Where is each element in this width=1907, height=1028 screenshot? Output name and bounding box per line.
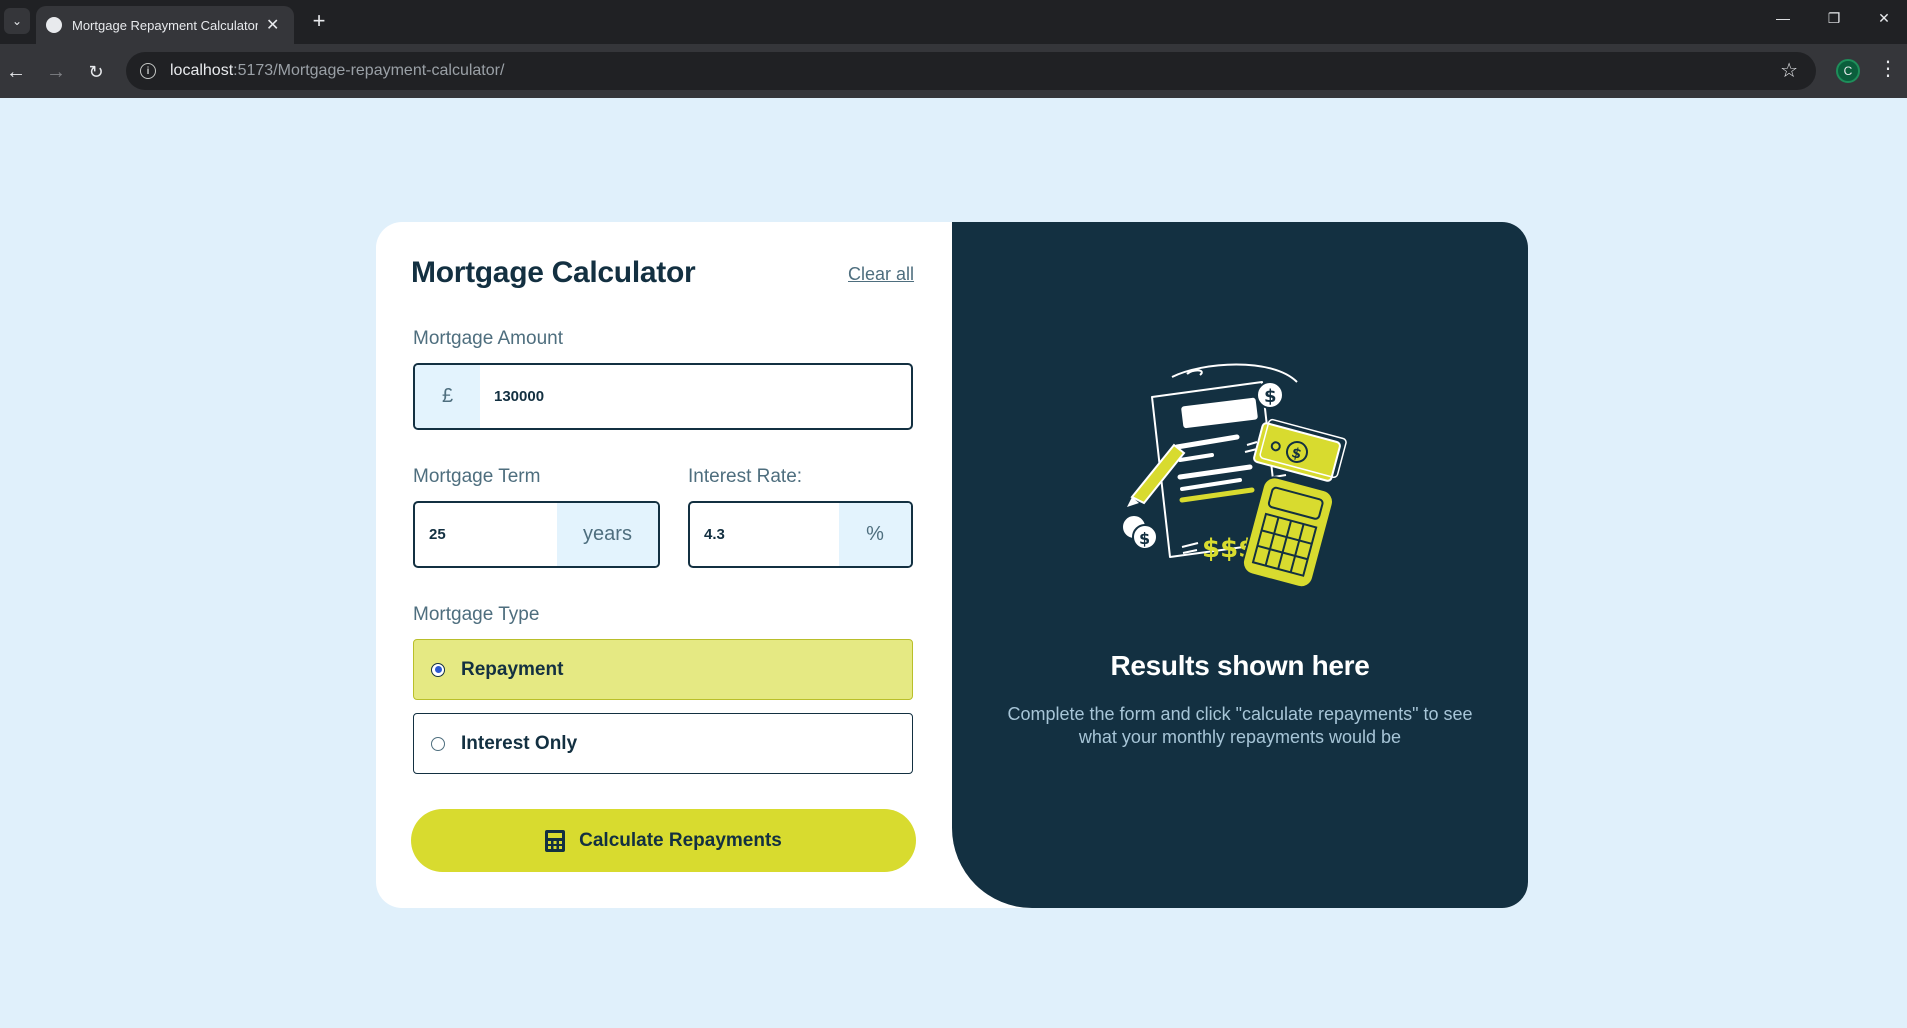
browser-tab[interactable]: Mortgage Repayment Calculator ✕ xyxy=(36,6,294,44)
empty-results-illustration: $$$ $ $ $ xyxy=(1121,363,1347,589)
mortgage-amount-label: Mortgage Amount xyxy=(413,328,563,349)
site-info-icon[interactable]: i xyxy=(140,63,156,79)
minimize-icon[interactable]: — xyxy=(1768,10,1798,26)
mortgage-amount-input[interactable] xyxy=(480,365,911,428)
calculate-button-label: Calculate Repayments xyxy=(579,829,782,851)
mortgage-term-field[interactable]: years xyxy=(413,501,660,568)
calculator-card: Mortgage Calculator Clear all Mortgage A… xyxy=(376,222,1528,908)
radio-label-interest-only: Interest Only xyxy=(461,732,578,754)
profile-avatar[interactable]: C xyxy=(1836,59,1860,83)
back-icon[interactable]: ← xyxy=(2,58,30,86)
mortgage-term-input[interactable] xyxy=(415,503,557,566)
rate-suffix: % xyxy=(839,503,911,566)
interest-rate-label: Interest Rate: xyxy=(688,466,803,487)
menu-dots-icon[interactable]: ⋮ xyxy=(1878,56,1898,81)
term-suffix: years xyxy=(557,503,658,566)
bookmark-star-icon[interactable]: ☆ xyxy=(1780,58,1798,83)
browser-tab-bar: ⌄ Mortgage Repayment Calculator ✕ + — ❐ … xyxy=(0,0,1907,44)
form-panel: Mortgage Calculator Clear all Mortgage A… xyxy=(376,222,952,908)
radio-interest-only[interactable]: Interest Only xyxy=(413,713,913,774)
restore-icon[interactable]: ❐ xyxy=(1819,10,1849,27)
svg-text:$: $ xyxy=(1139,529,1150,548)
url-text: localhost:5173/Mortgage-repayment-calcul… xyxy=(170,62,505,79)
clear-all-link[interactable]: Clear all xyxy=(848,264,914,285)
mortgage-type-label: Mortgage Type xyxy=(413,604,540,625)
address-bar[interactable]: i localhost:5173/Mortgage-repayment-calc… xyxy=(126,52,1816,90)
svg-text:$: $ xyxy=(1264,386,1277,407)
browser-toolbar: ← → ↻ i localhost:5173/Mortgage-repaymen… xyxy=(0,44,1907,98)
radio-button[interactable] xyxy=(431,662,445,677)
forward-icon[interactable]: → xyxy=(42,58,70,86)
reload-icon[interactable]: ↻ xyxy=(82,58,110,86)
calculate-repayments-button[interactable]: Calculate Repayments xyxy=(411,809,916,872)
results-description: Complete the form and click "calculate r… xyxy=(1007,704,1473,747)
new-tab-icon[interactable]: + xyxy=(306,8,332,34)
tab-title: Mortgage Repayment Calculator xyxy=(72,17,258,33)
tab-close-icon[interactable]: ✕ xyxy=(266,15,279,35)
results-title: Results shown here xyxy=(1110,650,1370,681)
results-panel: $$$ $ $ $ Results shown here Complete th… xyxy=(952,222,1528,908)
radio-button[interactable] xyxy=(431,736,445,751)
radio-label-repayment: Repayment xyxy=(461,658,564,680)
favicon-icon xyxy=(46,17,62,33)
currency-prefix: £ xyxy=(415,365,480,428)
close-window-icon[interactable]: ✕ xyxy=(1869,10,1899,27)
page-title: Mortgage Calculator xyxy=(411,256,696,289)
calculator-icon xyxy=(545,829,566,852)
interest-rate-input[interactable] xyxy=(690,503,839,566)
interest-rate-field[interactable]: % xyxy=(688,501,913,568)
radio-repayment[interactable]: Repayment xyxy=(413,639,913,700)
mortgage-amount-field[interactable]: £ xyxy=(413,363,913,430)
mortgage-term-label: Mortgage Term xyxy=(413,466,541,487)
tab-search-icon[interactable]: ⌄ xyxy=(4,8,30,34)
